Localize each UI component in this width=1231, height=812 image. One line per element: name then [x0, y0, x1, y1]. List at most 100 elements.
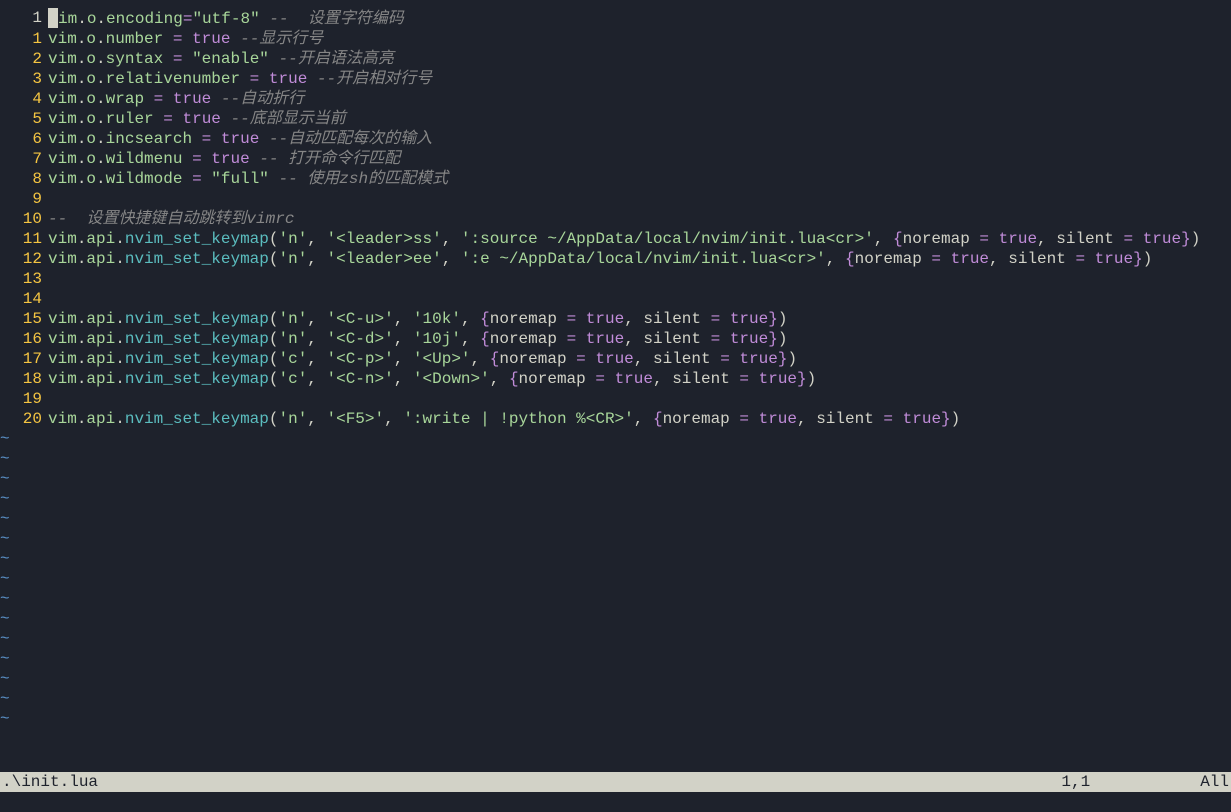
- syntax-token: [269, 170, 279, 188]
- code-content[interactable]: vim.api.nvim_set_keymap('n', '<F5>', ':w…: [48, 409, 1231, 429]
- code-content[interactable]: vim.api.nvim_set_keymap('n', '<C-d>', '1…: [48, 329, 1231, 349]
- code-content[interactable]: vim.o.ruler = true --底部显示当前: [48, 109, 1231, 129]
- code-content[interactable]: [48, 189, 1231, 209]
- command-line[interactable]: [0, 792, 1231, 812]
- code-content[interactable]: vim.api.nvim_set_keymap('n', '<leader>ss…: [48, 229, 1231, 249]
- code-line[interactable]: 8vim.o.wildmode = "full" -- 使用zsh的匹配模式: [0, 169, 1231, 189]
- syntax-token: im: [58, 10, 77, 28]
- code-content[interactable]: [48, 269, 1231, 289]
- code-content[interactable]: vim.api.nvim_set_keymap('n', '<C-u>', '1…: [48, 309, 1231, 329]
- code-line[interactable]: 10-- 设置快捷键自动跳转到vimrc: [0, 209, 1231, 229]
- syntax-token: ,: [394, 370, 413, 388]
- code-line[interactable]: 7vim.o.wildmenu = true -- 打开命令行匹配: [0, 149, 1231, 169]
- code-line[interactable]: 9: [0, 189, 1231, 209]
- syntax-token: nvim_set_keymap: [125, 330, 269, 348]
- syntax-token: [154, 110, 164, 128]
- code-content[interactable]: vim.o.wildmode = "full" -- 使用zsh的匹配模式: [48, 169, 1231, 189]
- code-line[interactable]: 1vim.o.number = true --显示行号: [0, 29, 1231, 49]
- syntax-token: true: [951, 250, 989, 268]
- syntax-token: [576, 330, 586, 348]
- syntax-token: '<leader>ss': [327, 230, 442, 248]
- code-line[interactable]: 1im.o.encoding="utf-8" -- 设置字符编码: [0, 8, 1231, 29]
- syntax-token: ): [807, 370, 817, 388]
- syntax-token: =: [595, 370, 605, 388]
- code-content[interactable]: [48, 289, 1231, 309]
- code-line[interactable]: 12vim.api.nvim_set_keymap('n', '<leader>…: [0, 249, 1231, 269]
- syntax-token: ,: [989, 250, 1008, 268]
- code-content[interactable]: im.o.encoding="utf-8" -- 设置字符编码: [48, 8, 1231, 29]
- code-content[interactable]: vim.o.incsearch = true --自动匹配每次的输入: [48, 129, 1231, 149]
- syntax-token: =: [192, 150, 202, 168]
- code-content[interactable]: [48, 389, 1231, 409]
- code-content[interactable]: vim.o.syntax = "enable" --开启语法高亮: [48, 49, 1231, 69]
- relative-line-number: 16: [0, 329, 48, 349]
- syntax-token: --开启语法高亮: [279, 50, 394, 68]
- syntax-token: =: [192, 170, 202, 188]
- syntax-token: [192, 130, 202, 148]
- syntax-token: }: [941, 410, 951, 428]
- code-line[interactable]: 5vim.o.ruler = true --底部显示当前: [0, 109, 1231, 129]
- syntax-token: vim: [48, 50, 77, 68]
- code-content[interactable]: vim.o.wrap = true --自动折行: [48, 89, 1231, 109]
- code-line[interactable]: 14: [0, 289, 1231, 309]
- code-line[interactable]: 20vim.api.nvim_set_keymap('n', '<F5>', '…: [0, 409, 1231, 429]
- code-content[interactable]: -- 设置快捷键自动跳转到vimrc: [48, 209, 1231, 229]
- code-content[interactable]: vim.api.nvim_set_keymap('c', '<C-p>', '<…: [48, 349, 1231, 369]
- code-line[interactable]: 6vim.o.incsearch = true --自动匹配每次的输入: [0, 129, 1231, 149]
- code-line[interactable]: 15vim.api.nvim_set_keymap('n', '<C-u>', …: [0, 309, 1231, 329]
- editor-viewport[interactable]: 1im.o.encoding="utf-8" -- 设置字符编码1vim.o.n…: [0, 0, 1231, 812]
- syntax-token: vim: [48, 230, 77, 248]
- code-content[interactable]: vim.o.wildmenu = true -- 打开命令行匹配: [48, 149, 1231, 169]
- syntax-token: ':source ~/AppData/local/nvim/init.lua<c…: [461, 230, 874, 248]
- syntax-token: --开启相对行号: [317, 70, 432, 88]
- syntax-token: [182, 50, 192, 68]
- syntax-token: --自动匹配每次的输入: [269, 130, 432, 148]
- code-content[interactable]: vim.api.nvim_set_keymap('n', '<leader>ee…: [48, 249, 1231, 269]
- code-line[interactable]: 18vim.api.nvim_set_keymap('c', '<C-n>', …: [0, 369, 1231, 389]
- syntax-token: noremap: [499, 350, 576, 368]
- syntax-token: silent: [816, 410, 883, 428]
- syntax-token: .: [77, 310, 87, 328]
- syntax-token: nvim_set_keymap: [125, 370, 269, 388]
- syntax-token: [605, 370, 615, 388]
- syntax-token: 'c': [278, 370, 307, 388]
- syntax-token: [269, 50, 279, 68]
- code-line[interactable]: 19: [0, 389, 1231, 409]
- text-buffer[interactable]: 1im.o.encoding="utf-8" -- 设置字符编码1vim.o.n…: [0, 0, 1231, 772]
- syntax-token: {: [509, 370, 519, 388]
- syntax-token: }: [768, 310, 778, 328]
- code-line[interactable]: 17vim.api.nvim_set_keymap('c', '<C-p>', …: [0, 349, 1231, 369]
- syntax-token: [259, 70, 269, 88]
- empty-line: ~: [0, 469, 1231, 489]
- code-line[interactable]: 2vim.o.syntax = "enable" --开启语法高亮: [0, 49, 1231, 69]
- relative-line-number: 12: [0, 249, 48, 269]
- relative-line-number: 17: [0, 349, 48, 369]
- code-line[interactable]: 11vim.api.nvim_set_keymap('n', '<leader>…: [0, 229, 1231, 249]
- code-content[interactable]: vim.o.number = true --显示行号: [48, 29, 1231, 49]
- syntax-token: nvim_set_keymap: [125, 310, 269, 328]
- cursor: [48, 8, 58, 28]
- syntax-token: .: [77, 90, 87, 108]
- code-line[interactable]: 3vim.o.relativenumber = true --开启相对行号: [0, 69, 1231, 89]
- syntax-token: api: [86, 230, 115, 248]
- code-content[interactable]: vim.o.relativenumber = true --开启相对行号: [48, 69, 1231, 89]
- syntax-token: .: [77, 410, 87, 428]
- syntax-token: {: [893, 230, 903, 248]
- syntax-token: ,: [624, 330, 643, 348]
- code-line[interactable]: 4vim.o.wrap = true --自动折行: [0, 89, 1231, 109]
- syntax-token: .: [77, 170, 87, 188]
- syntax-token: '<Up>': [413, 350, 471, 368]
- relative-line-number: 6: [0, 129, 48, 149]
- code-line[interactable]: 16vim.api.nvim_set_keymap('n', '<C-d>', …: [0, 329, 1231, 349]
- code-content[interactable]: vim.api.nvim_set_keymap('c', '<C-n>', '<…: [48, 369, 1231, 389]
- syntax-token: ruler: [106, 110, 154, 128]
- syntax-token: ,: [461, 330, 480, 348]
- relative-line-number: 11: [0, 229, 48, 249]
- syntax-token: .: [96, 70, 106, 88]
- syntax-token: =: [739, 410, 749, 428]
- syntax-token: ,: [384, 410, 403, 428]
- code-line[interactable]: 13: [0, 269, 1231, 289]
- syntax-token: .: [96, 130, 106, 148]
- syntax-token: [586, 350, 596, 368]
- syntax-token: ':e ~/AppData/local/nvim/init.lua<cr>': [461, 250, 826, 268]
